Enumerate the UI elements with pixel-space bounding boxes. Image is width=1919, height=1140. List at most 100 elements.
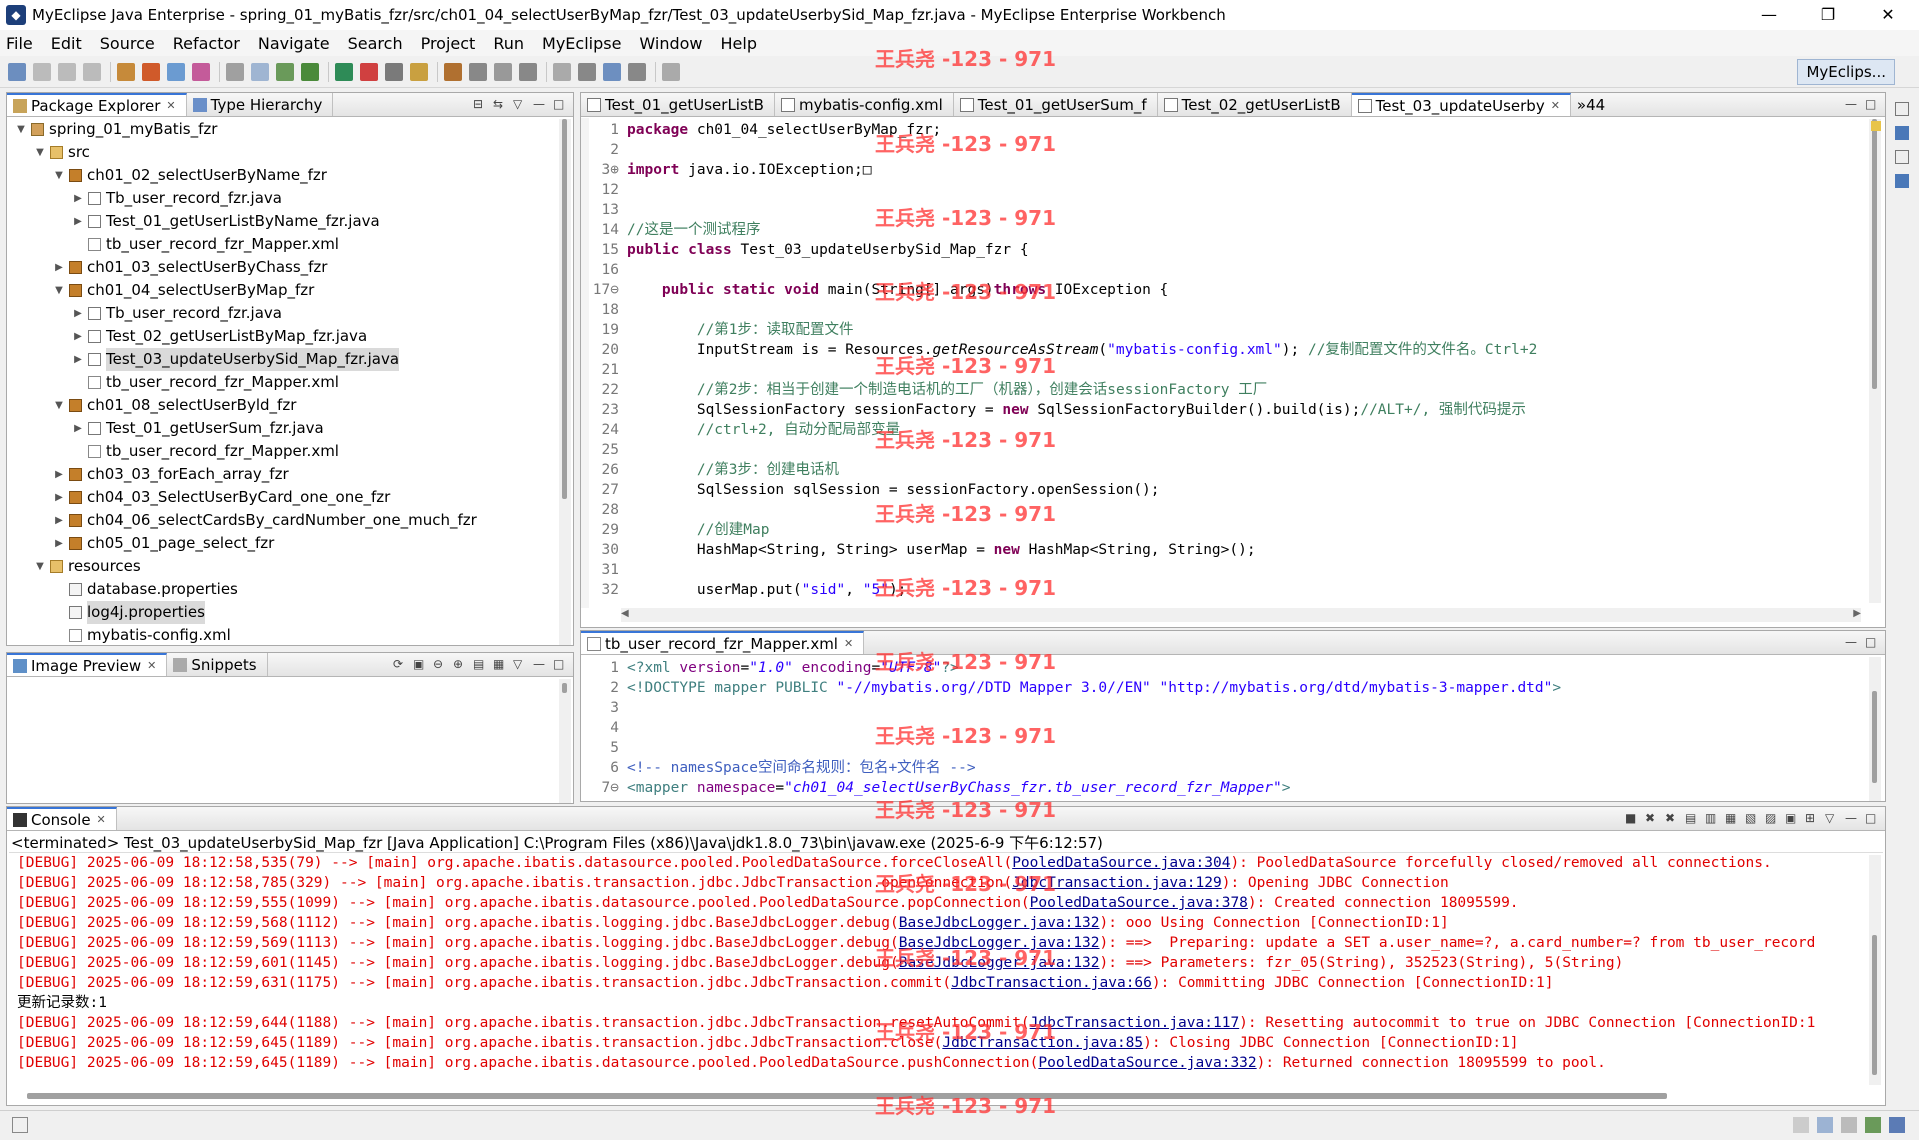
tab-image-preview[interactable]: Image Preview ✕ [7, 653, 168, 676]
editor-vertical-scrollbar[interactable] [1869, 119, 1881, 603]
expanded-arrow-icon[interactable]: ▼ [53, 394, 65, 417]
zoom-in-icon[interactable]: ⊕ [453, 657, 467, 671]
zoom-out-icon[interactable]: ⊖ [433, 657, 447, 671]
toolbar-button-21-icon[interactable] [553, 62, 571, 81]
toolbar-button-20-icon[interactable] [519, 62, 537, 81]
maximize-view-icon[interactable]: □ [1865, 811, 1879, 825]
collapsed-arrow-icon[interactable]: ▶ [53, 256, 65, 279]
toolbar-button-4-icon[interactable] [83, 62, 101, 81]
minimize-view-icon[interactable]: — [1845, 97, 1859, 111]
outline-view-icon[interactable] [1895, 126, 1909, 140]
collapsed-arrow-icon[interactable]: ▶ [53, 509, 65, 532]
minimize-view-icon[interactable]: — [1845, 635, 1859, 649]
toolbar-button-5-icon[interactable] [117, 62, 135, 81]
tree-item[interactable]: ▶ ch03_03_forEach_array_fzr [7, 463, 557, 486]
menu-search[interactable]: Search [348, 34, 403, 53]
console-source-link[interactable]: PooledDataSource.java:378 [1030, 895, 1248, 911]
collapsed-arrow-icon[interactable]: ▶ [72, 417, 84, 440]
toolbar-button-25-icon[interactable] [662, 62, 680, 81]
collapsed-arrow-icon[interactable]: ▶ [53, 532, 65, 555]
menu-project[interactable]: Project [421, 34, 476, 53]
close-icon[interactable]: ✕ [1551, 99, 1560, 112]
xml-vertical-scrollbar[interactable] [1869, 657, 1881, 801]
minimize-view-icon[interactable]: — [533, 97, 547, 111]
fit-window-icon[interactable]: ▦ [493, 657, 507, 671]
toolbar-button-24-icon[interactable] [628, 62, 646, 81]
tree-item[interactable]: ▼ ch01_08_selectUserByld_fzr [7, 394, 557, 417]
menu-navigate[interactable]: Navigate [258, 34, 330, 53]
actual-size-icon[interactable]: ▤ [473, 657, 487, 671]
restore-icon[interactable] [1895, 150, 1909, 164]
server-icon[interactable] [1817, 1117, 1833, 1133]
tab-console[interactable]: Console ✕ [7, 807, 117, 830]
tree-item[interactable]: ▶ ch04_06_selectCardsBy_cardNumber_one_mu… [7, 509, 557, 532]
tree-item[interactable]: tb_user_record_fzr_Mapper.xml [7, 371, 557, 394]
fast-view-icon[interactable] [12, 1117, 28, 1133]
toolbar-button-14-icon[interactable] [360, 62, 378, 81]
task-view-icon[interactable] [1895, 174, 1909, 188]
tree-item[interactable]: ▶ Tb_user_record_fzr.java [7, 302, 557, 325]
toolbar-button-15-icon[interactable] [385, 62, 403, 81]
editor-horizontal-scrollbar[interactable]: ◀ ▶ [621, 608, 1861, 622]
expanded-arrow-icon[interactable]: ▼ [34, 141, 46, 164]
expanded-arrow-icon[interactable]: ▼ [53, 164, 65, 187]
expanded-arrow-icon[interactable]: ▼ [15, 118, 27, 141]
toolbar-button-17-icon[interactable] [444, 62, 462, 81]
console-source-link[interactable]: JdbcTransaction.java:66 [951, 975, 1152, 991]
tree-item[interactable]: ▶ Tb_user_record_fzr.java [7, 187, 557, 210]
tree-item[interactable]: tb_user_record_fzr_Mapper.xml [7, 440, 557, 463]
progress-icon[interactable] [1841, 1117, 1857, 1133]
editor-tab-overflow[interactable]: »44 [1571, 93, 1615, 116]
tree-scrollbar[interactable] [559, 119, 571, 645]
toolbar-button-12-icon[interactable] [301, 62, 319, 81]
tree-item[interactable]: ▼ ch01_02_selectUserByName_fzr [7, 164, 557, 187]
link-editor-icon[interactable]: ⇆ [493, 97, 507, 111]
heap-icon[interactable] [1793, 1117, 1809, 1133]
toolbar-button-1-icon[interactable] [8, 62, 26, 81]
menu-window[interactable]: Window [639, 34, 702, 53]
collapsed-arrow-icon[interactable]: ▶ [72, 302, 84, 325]
tree-item[interactable]: ▼ src [7, 141, 557, 164]
tab-package-explorer[interactable]: Package Explorer ✕ [7, 93, 187, 116]
show-stdout-icon[interactable]: ▧ [1745, 811, 1759, 825]
tree-item[interactable]: ▶ Test_01_getUserListByName_fzr.java [7, 210, 557, 233]
remove-launch-icon[interactable]: ✖ [1645, 811, 1659, 825]
toolbar-button-6-icon[interactable] [142, 62, 160, 81]
toolbar-button-2-icon[interactable] [33, 62, 51, 81]
toolbar-button-23-icon[interactable] [603, 62, 621, 81]
editor-tab[interactable]: Test_01_getUserSum_f [954, 93, 1158, 116]
tree-item[interactable]: tb_user_record_fzr_Mapper.xml [7, 233, 557, 256]
editor-tab[interactable]: Test_03_updateUserby ✕ [1351, 93, 1571, 116]
close-icon[interactable]: ✕ [844, 637, 853, 650]
tree-item[interactable]: ▶ ch01_03_selectUserByChass_fzr [7, 256, 557, 279]
menu-file[interactable]: File [6, 34, 33, 53]
view-menu-icon[interactable]: ▽ [1825, 811, 1839, 825]
editor-tab[interactable]: mybatis-config.xml [775, 93, 954, 116]
tree-item[interactable]: ▶ ch04_03_SelectUserByCard_one_one_fzr [7, 486, 557, 509]
menu-refactor[interactable]: Refactor [173, 34, 240, 53]
terminate-icon[interactable]: ■ [1625, 811, 1639, 825]
menu-run[interactable]: Run [493, 34, 524, 53]
restore-icon[interactable] [1895, 102, 1909, 116]
open-console-icon[interactable]: ⊞ [1805, 811, 1819, 825]
minimize-view-icon[interactable]: — [1845, 811, 1859, 825]
close-icon[interactable]: ✕ [147, 659, 156, 672]
collapsed-arrow-icon[interactable]: ▶ [72, 210, 84, 233]
clear-console-icon[interactable]: ▤ [1685, 811, 1699, 825]
remove-all-icon[interactable]: ✖ [1665, 811, 1679, 825]
maximize-button[interactable]: ❐ [1800, 0, 1856, 30]
tree-item[interactable]: database.properties [7, 578, 557, 601]
tree-item[interactable]: ▶ Test_01_getUserSum_fzr.java [7, 417, 557, 440]
tree-item[interactable]: ▶ Test_02_getUserListByMap_fzr.java [7, 325, 557, 348]
console-source-link[interactable]: PooledDataSource.java:332 [1038, 1055, 1256, 1071]
toolbar-button-13-icon[interactable] [335, 62, 353, 81]
menu-edit[interactable]: Edit [51, 34, 82, 53]
tab-type-hierarchy[interactable]: Type Hierarchy [187, 93, 334, 116]
tab-mapper-xml[interactable]: tb_user_record_fzr_Mapper.xml ✕ [581, 631, 865, 654]
tree-item[interactable]: ▼ resources [7, 555, 557, 578]
menu-help[interactable]: Help [721, 34, 757, 53]
maximize-view-icon[interactable]: □ [553, 97, 567, 111]
toolbar-button-11-icon[interactable] [276, 62, 294, 81]
tab-snippets[interactable]: Snippets [167, 653, 268, 676]
notifications-icon[interactable] [1889, 1117, 1905, 1133]
